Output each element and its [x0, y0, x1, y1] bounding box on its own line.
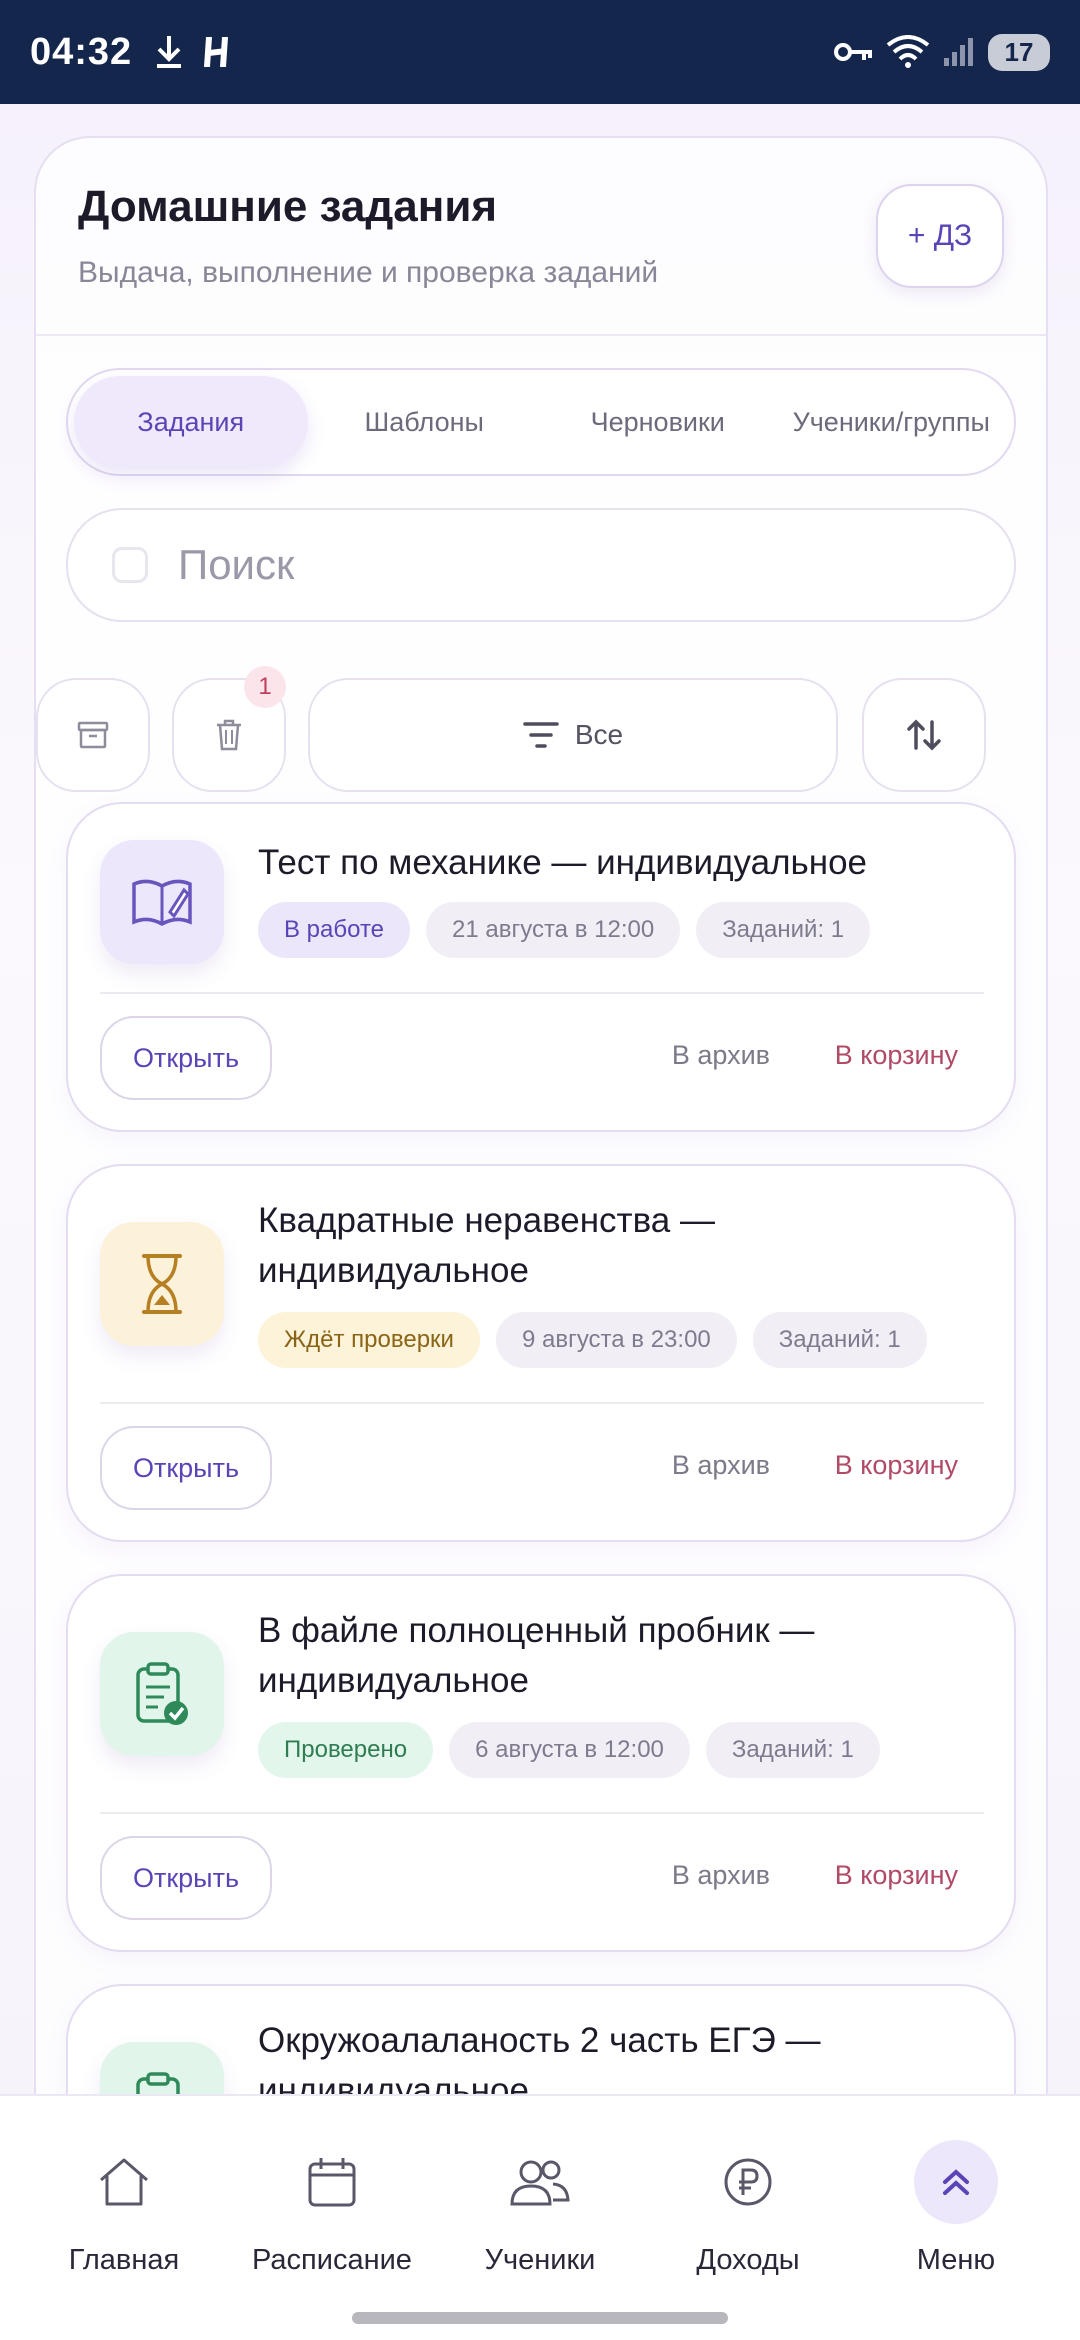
wifi-icon [886, 35, 930, 68]
card-divider [100, 1402, 984, 1404]
main-content: Домашние задания Выдача, выполнение и пр… [0, 104, 1080, 2094]
card-title[interactable]: В файле полноценный пробник — индивидуал… [258, 1606, 974, 1706]
task-count-badge: Заданий: 1 [705, 1722, 880, 1778]
card-divider [100, 992, 984, 994]
add-homework-button[interactable]: + ДЗ [876, 184, 1004, 288]
nav-label: Ученики [484, 2244, 596, 2276]
trash-filter-button[interactable]: 1 [172, 666, 286, 792]
status-badge: В работе [258, 902, 411, 958]
move-to-trash-button[interactable]: В корзину [835, 1040, 958, 1071]
task-count-badge: Заданий: 1 [696, 902, 871, 958]
clipboard-check-icon [100, 2042, 224, 2094]
vpn-key-icon [834, 43, 872, 61]
search-box[interactable] [66, 508, 1016, 622]
card-meta: В работе 21 августа в 12:00 Заданий: 1 [258, 902, 871, 958]
open-button[interactable]: Открыть [100, 1016, 272, 1100]
tab-drafts[interactable]: Черновики [541, 376, 775, 468]
search-input[interactable] [178, 541, 878, 589]
nav-students[interactable]: Ученики [440, 2140, 640, 2277]
homework-card: Окружоалаланость 2 часть ЕГЭ — индивидуа… [66, 1984, 1016, 2094]
status-badge: Ждёт проверки [258, 1312, 480, 1368]
calendar-icon [290, 2140, 374, 2224]
card-title[interactable]: Квадратные неравенства — индивидуальное [258, 1196, 974, 1296]
tab-templates[interactable]: Шаблоны [308, 376, 542, 468]
trash-icon [217, 719, 241, 751]
download-icon [157, 36, 182, 68]
book-icon [100, 840, 224, 964]
users-icon [498, 2140, 582, 2224]
page-header: Домашние задания Выдача, выполнение и пр… [78, 182, 978, 290]
search-icon [112, 547, 148, 583]
chevron-up-double-icon [914, 2140, 998, 2224]
page-subtitle: Выдача, выполнение и проверка заданий [78, 256, 659, 289]
status-bar: 04:32 17 [0, 0, 1080, 104]
bottom-navigation: Главная Расписание Ученики Доходы Меню [0, 2094, 1080, 2340]
tab-bar: Задания Шаблоны Черновики Ученики/группы [66, 368, 1016, 476]
clipboard-check-icon [100, 1632, 224, 1756]
battery-icon: 17 [988, 33, 1050, 71]
nav-label: Доходы [696, 2244, 800, 2276]
nav-label: Меню [916, 2244, 996, 2276]
deadline-badge: 6 августа в 12:00 [449, 1722, 690, 1778]
filter-icon [523, 722, 559, 748]
move-to-trash-button[interactable]: В корзину [835, 1450, 958, 1481]
archive-filter-button[interactable] [36, 678, 150, 792]
nav-home[interactable]: Главная [24, 2140, 224, 2277]
home-indicator[interactable] [352, 2312, 728, 2324]
card-meta: Ждёт проверки 9 августа в 23:00 Заданий:… [258, 1312, 927, 1368]
status-badge: Проверено [258, 1722, 434, 1778]
deadline-badge: 9 августа в 23:00 [495, 1312, 737, 1368]
sort-button[interactable] [862, 678, 986, 792]
homework-panel: Домашние задания Выдача, выполнение и пр… [34, 136, 1048, 2094]
card-title[interactable]: Тест по механике — индивидуальное [258, 838, 974, 888]
status-filter-dropdown[interactable]: Все [308, 678, 838, 792]
nav-income[interactable]: Доходы [648, 2140, 848, 2277]
move-to-trash-button[interactable]: В корзину [835, 1860, 958, 1891]
nav-label: Расписание [252, 2244, 412, 2276]
card-meta: Проверено 6 августа в 12:00 Заданий: 1 [258, 1722, 880, 1778]
homework-card: В файле полноценный пробник — индивидуал… [66, 1574, 1016, 1952]
sort-icon [907, 719, 941, 751]
nav-schedule[interactable]: Расписание [232, 2140, 432, 2277]
filter-label: Все [574, 719, 624, 750]
home-icon [82, 2140, 166, 2224]
header-divider [36, 334, 1046, 336]
card-title[interactable]: Окружоалаланость 2 часть ЕГЭ — индивидуа… [258, 2016, 974, 2094]
tab-assignments[interactable]: Задания [74, 376, 308, 468]
page-title: Домашние задания [78, 182, 498, 231]
tab-students-groups[interactable]: Ученики/группы [775, 376, 1009, 468]
open-button[interactable]: Открыть [100, 1836, 272, 1920]
homework-card: Квадратные неравенства — индивидуальное … [66, 1164, 1016, 1542]
status-time: 04:32 [30, 30, 133, 73]
app-notification-icon [204, 37, 229, 67]
archive-icon [77, 721, 109, 749]
signal-icon [944, 38, 973, 66]
homework-card: Тест по механике — индивидуальное В рабо… [66, 802, 1016, 1132]
archive-button[interactable]: В архив [672, 1860, 770, 1891]
nav-label: Главная [68, 2244, 180, 2276]
ruble-icon [706, 2140, 790, 2224]
card-divider [100, 1812, 984, 1814]
deadline-badge: 21 августа в 12:00 [426, 902, 681, 958]
trash-count-badge: 1 [244, 666, 286, 708]
open-button[interactable]: Открыть [100, 1426, 272, 1510]
archive-button[interactable]: В архив [672, 1040, 770, 1071]
nav-menu[interactable]: Меню [856, 2140, 1056, 2277]
hourglass-icon [100, 1222, 224, 1346]
archive-button[interactable]: В архив [672, 1450, 770, 1481]
task-count-badge: Заданий: 1 [752, 1312, 927, 1368]
